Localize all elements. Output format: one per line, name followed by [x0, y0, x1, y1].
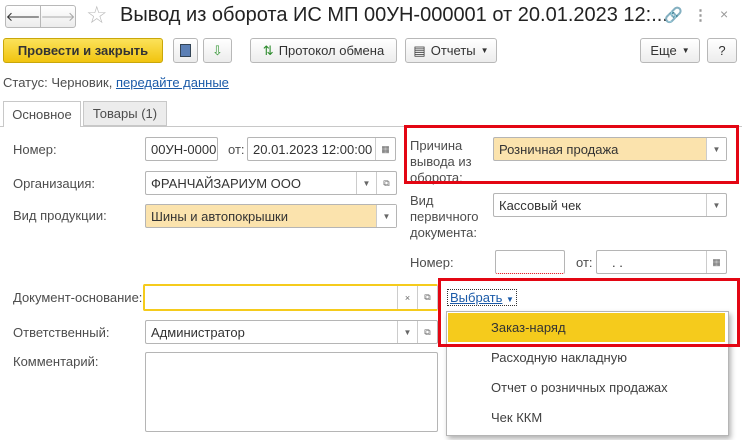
calendar-icon[interactable]: ▦ [706, 251, 726, 273]
more-vertical-icon[interactable]: ⋮ [693, 6, 708, 24]
post-button[interactable]: ⇩ [203, 38, 232, 63]
forward-button[interactable]: 🡒 [40, 5, 76, 28]
more-button[interactable]: Еще ▼ [640, 38, 700, 63]
organization-input[interactable]: ФРАНЧАЙЗАРИУМ ООО ▼ ⧉ [145, 171, 397, 195]
status-label: Статус: [3, 75, 48, 90]
post-document-icon: ⇩ [212, 42, 223, 58]
open-icon[interactable]: ⧉ [376, 172, 396, 194]
primary-document-value: Кассовый чек [499, 197, 581, 213]
post-and-close-button[interactable]: Провести и закрыть [3, 38, 163, 63]
more-label: Еще [650, 43, 677, 58]
document-number-input[interactable] [495, 250, 565, 274]
responsible-input[interactable]: Администратор ▼ ⧉ [145, 320, 438, 344]
help-button[interactable]: ? [707, 38, 737, 63]
menu-item-retail-report[interactable]: Отчет о розничных продажах [448, 373, 725, 402]
open-icon[interactable]: ⧉ [417, 321, 437, 343]
chevron-down-icon[interactable]: ▼ [356, 172, 376, 194]
star-icon[interactable]: ☆ [86, 1, 108, 30]
save-button[interactable] [173, 38, 198, 63]
menu-item-receipt[interactable]: Чек ККМ [448, 403, 725, 432]
reports-button[interactable]: ▤ Отчеты ▼ [405, 38, 497, 63]
floppy-icon [180, 44, 191, 57]
link-icon[interactable]: 🔗 [664, 6, 683, 24]
chevron-down-icon[interactable]: ▼ [376, 205, 396, 227]
tab-goods[interactable]: Товары (1) [83, 101, 167, 126]
clear-icon[interactable]: × [397, 286, 417, 309]
window-title: Вывод из оборота ИС МП 00УН-000001 от 20… [120, 4, 668, 26]
base-document-label: Документ-основание: [13, 290, 143, 305]
number-value: 00УН-0000 [151, 141, 217, 157]
comment-textarea[interactable] [145, 352, 438, 432]
chevron-down-icon: ▼ [681, 46, 690, 55]
product-type-select[interactable]: Шины и автопокрышки ▼ [145, 204, 397, 228]
calendar-icon[interactable]: ▦ [375, 138, 395, 160]
exchange-icon: ⇅ [262, 42, 274, 58]
number-label: Номер: [13, 142, 57, 157]
document-date-from-label: от: [576, 255, 593, 270]
arrow-left-icon: 🡐 [5, 8, 41, 24]
exchange-log-label: Протокол обмена [278, 43, 385, 58]
chevron-down-icon: ▼ [480, 46, 489, 55]
primary-document-select[interactable]: Кассовый чек ▼ [493, 193, 727, 217]
number-input[interactable]: 00УН-0000 [145, 137, 218, 161]
highlight-frame [438, 278, 740, 347]
product-type-label: Вид продукции: [13, 208, 107, 223]
chevron-down-icon[interactable]: ▼ [706, 194, 726, 216]
menu-item-invoice[interactable]: Расходную накладную [448, 343, 725, 372]
base-document-input[interactable]: × ⧉ [143, 284, 438, 311]
responsible-label: Ответственный: [13, 325, 110, 340]
document-number-label: Номер: [410, 255, 454, 270]
open-icon[interactable]: ⧉ [417, 286, 437, 309]
organization-value: ФРАНЧАЙЗАРИУМ ООО [151, 175, 301, 191]
reports-label: Отчеты [430, 43, 476, 58]
primary-document-label: Вид первичного документа: [410, 193, 479, 240]
product-type-value: Шины и автопокрышки [151, 208, 288, 224]
comment-label: Комментарий: [13, 354, 99, 369]
date-from-label: от: [228, 142, 245, 157]
highlight-frame [404, 125, 739, 184]
date-value: 20.01.2023 12:00:00 [253, 141, 373, 157]
status-value: Черновик, [51, 75, 113, 90]
close-icon[interactable]: × [720, 6, 728, 22]
back-button[interactable]: 🡐 [5, 5, 41, 28]
date-input[interactable]: 20.01.2023 12:00:00 ▦ [247, 137, 396, 161]
exchange-log-button[interactable]: ⇅ Протокол обмена [250, 38, 397, 63]
send-data-link[interactable]: передайте данные [116, 75, 229, 90]
organization-label: Организация: [13, 176, 96, 191]
tab-main[interactable]: Основное [3, 101, 81, 127]
document-date-value: . . [612, 254, 623, 270]
responsible-value: Администратор [151, 324, 245, 340]
report-icon: ▤ [413, 42, 426, 58]
status: Статус: Черновик, передайте данные [3, 75, 229, 90]
chevron-down-icon[interactable]: ▼ [397, 321, 417, 343]
document-date-input[interactable]: . . ▦ [596, 250, 727, 274]
arrow-right-icon: 🡒 [40, 8, 76, 24]
